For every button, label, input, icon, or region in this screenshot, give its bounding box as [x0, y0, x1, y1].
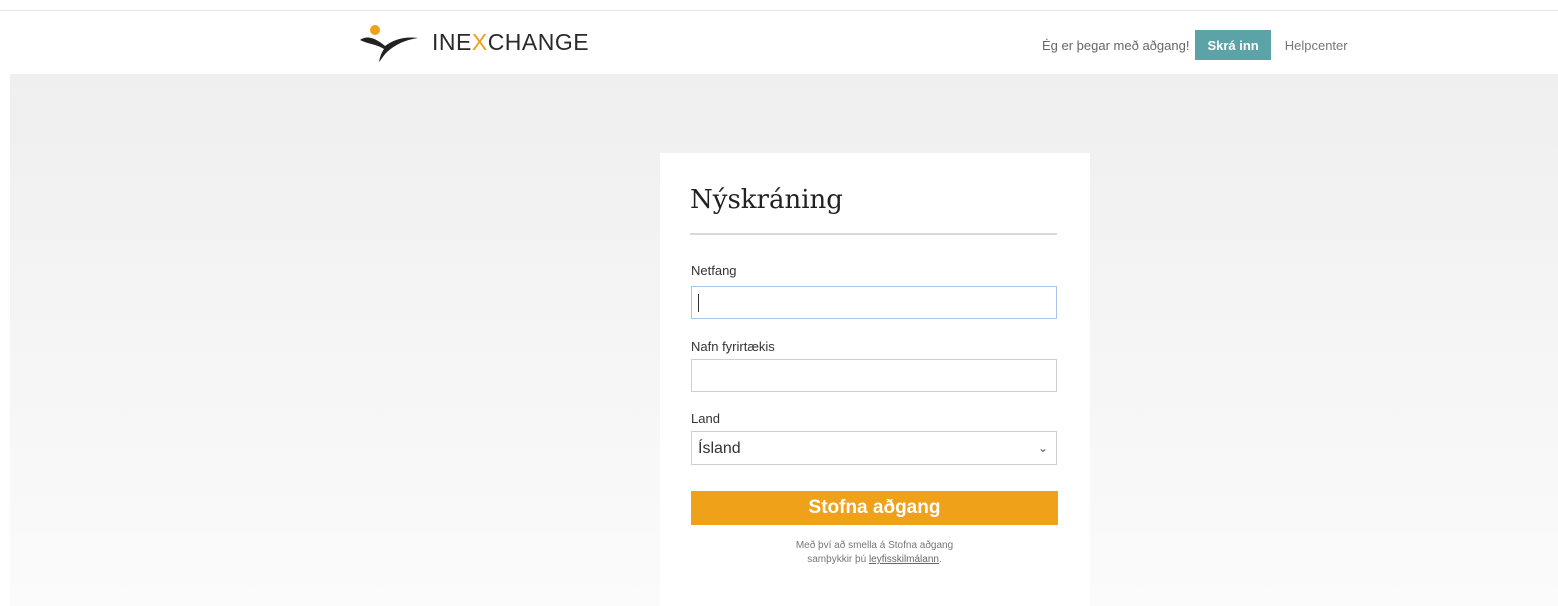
title-divider: [690, 233, 1057, 235]
header-actions: Ég er þegar með aðgang! Skrá inn Helpcen…: [1042, 30, 1348, 60]
email-field[interactable]: [691, 286, 1057, 319]
inexchange-bird-logo-icon: [360, 25, 418, 62]
already-have-account-text: Ég er þegar með aðgang!: [1042, 37, 1190, 53]
signup-page: INEXCHANGE Ég er þegar með aðgang! Skrá …: [0, 0, 1558, 606]
terms-link[interactable]: leyfisskilmálann: [869, 554, 939, 565]
browser-top-strip: [0, 0, 1558, 11]
terms-prefix: samþykkir þú: [807, 554, 869, 565]
chevron-down-icon: ⌄: [1037, 441, 1048, 455]
helpcenter-link[interactable]: Helpcenter: [1285, 38, 1348, 53]
logo[interactable]: INEXCHANGE: [358, 22, 589, 62]
page-title: Nýskráning: [690, 185, 843, 215]
email-label: Netfang: [691, 263, 737, 278]
country-selected-value: Ísland: [698, 440, 741, 457]
terms-notice: Með því að smella á Stofna aðgang samþyk…: [691, 539, 1058, 567]
logo-wordmark: INEXCHANGE: [432, 28, 590, 55]
country-label: Land: [691, 411, 720, 426]
text-caret: [698, 294, 699, 312]
site-header: INEXCHANGE Ég er þegar með aðgang! Skrá …: [10, 12, 1558, 74]
signup-card: Nýskráning Netfang Nafn fyrirtækis Land …: [660, 153, 1090, 606]
create-account-button[interactable]: Stofna aðgang: [691, 491, 1058, 525]
login-button[interactable]: Skrá inn: [1195, 30, 1271, 60]
terms-line-1: Með því að smella á Stofna aðgang: [795, 540, 954, 551]
company-name-field[interactable]: [691, 359, 1057, 392]
terms-suffix: .: [938, 554, 942, 565]
country-select[interactable]: Ísland ⌄: [691, 431, 1057, 465]
terms-line-2: samþykkir þú leyfisskilmálann.: [691, 553, 1058, 567]
company-label: Nafn fyrirtækis: [691, 339, 775, 354]
